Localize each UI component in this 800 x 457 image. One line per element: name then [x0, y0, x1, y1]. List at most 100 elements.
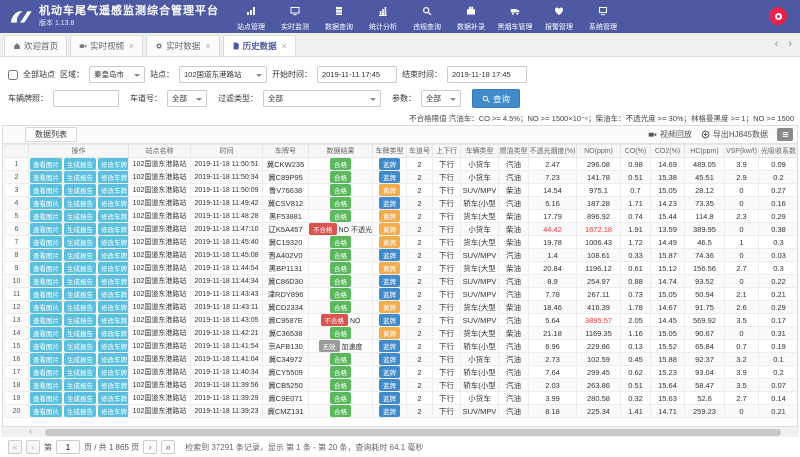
- generate-report-button[interactable]: 生成报告: [64, 249, 96, 261]
- edit-plate-button[interactable]: 修改车牌: [98, 223, 129, 235]
- generate-report-button[interactable]: 生成报告: [64, 392, 96, 404]
- view-image-button[interactable]: 查看图片: [30, 249, 62, 261]
- plate-input[interactable]: [53, 90, 119, 107]
- tab-scroll-left-icon[interactable]: ‹: [775, 38, 779, 50]
- edit-plate-button[interactable]: 修改车牌: [98, 158, 129, 170]
- generate-report-button[interactable]: 生成报告: [64, 340, 96, 352]
- all-sites-checkbox[interactable]: [8, 70, 18, 80]
- tab-scroll-right-icon[interactable]: ›: [788, 38, 792, 50]
- view-image-button[interactable]: 查看图片: [30, 171, 62, 183]
- next-page-button[interactable]: ›: [143, 440, 157, 454]
- edit-plate-button[interactable]: 修改车牌: [98, 327, 129, 339]
- nav-item-3[interactable]: 数据查询: [317, 1, 361, 32]
- generate-report-button[interactable]: 生成报告: [64, 327, 96, 339]
- edit-plate-button[interactable]: 修改车牌: [98, 184, 129, 196]
- last-page-button[interactable]: »: [161, 440, 175, 454]
- edit-plate-button[interactable]: 修改车牌: [98, 379, 129, 391]
- scroll-left-icon[interactable]: ‹: [29, 426, 32, 436]
- tab-welcome[interactable]: 欢迎首页: [4, 35, 67, 56]
- edit-plate-button[interactable]: 修改车牌: [98, 366, 129, 378]
- generate-report-button[interactable]: 生成报告: [64, 366, 96, 378]
- generate-report-button[interactable]: 生成报告: [64, 184, 96, 196]
- edit-plate-button[interactable]: 修改车牌: [98, 236, 129, 248]
- video-playback-button[interactable]: 视频回放: [648, 129, 692, 140]
- nav-item-2[interactable]: 实时监测: [273, 1, 317, 32]
- view-image-button[interactable]: 查看图片: [30, 353, 62, 365]
- filter-type-select[interactable]: 全部: [263, 90, 381, 107]
- export-hj845-button[interactable]: 导出HJ845数据: [701, 129, 768, 140]
- view-image-button[interactable]: 查看图片: [30, 392, 62, 404]
- tab-realtime-data[interactable]: 实时数据 ×: [146, 35, 219, 56]
- view-image-button[interactable]: 查看图片: [30, 379, 62, 391]
- generate-report-button[interactable]: 生成报告: [64, 275, 96, 287]
- station-select[interactable]: 102国道东港路站: [179, 66, 267, 83]
- edit-plate-button[interactable]: 修改车牌: [98, 301, 129, 313]
- generate-report-button[interactable]: 生成报告: [64, 288, 96, 300]
- prev-page-button[interactable]: ‹: [26, 440, 40, 454]
- generate-report-button[interactable]: 生成报告: [64, 171, 96, 183]
- view-image-button[interactable]: 查看图片: [30, 223, 62, 235]
- generate-report-button[interactable]: 生成报告: [64, 197, 96, 209]
- view-image-button[interactable]: 查看图片: [30, 262, 62, 274]
- generate-report-button[interactable]: 生成报告: [64, 353, 96, 365]
- generate-report-button[interactable]: 生成报告: [64, 236, 96, 248]
- first-page-button[interactable]: «: [8, 440, 22, 454]
- edit-plate-button[interactable]: 修改车牌: [98, 314, 129, 326]
- start-time-input[interactable]: [317, 66, 397, 83]
- nav-item-4[interactable]: 统计分析: [361, 1, 405, 32]
- view-image-button[interactable]: 查看图片: [30, 184, 62, 196]
- nav-item-7[interactable]: 黑烟车管理: [493, 1, 537, 32]
- tab-realtime-video[interactable]: 实时视频 ×: [70, 35, 143, 56]
- edit-plate-button[interactable]: 修改车牌: [98, 392, 129, 404]
- close-icon[interactable]: ×: [282, 41, 287, 51]
- edit-plate-button[interactable]: 修改车牌: [98, 405, 129, 417]
- view-image-button[interactable]: 查看图片: [30, 210, 62, 222]
- lane-select[interactable]: 全部: [167, 90, 207, 107]
- view-image-button[interactable]: 查看图片: [30, 340, 62, 352]
- generate-report-button[interactable]: 生成报告: [64, 223, 96, 235]
- page-input[interactable]: [56, 440, 80, 454]
- view-image-button[interactable]: 查看图片: [30, 236, 62, 248]
- region-select[interactable]: 秦皇岛市: [89, 66, 145, 83]
- generate-report-button[interactable]: 生成报告: [64, 158, 96, 170]
- column-config-button[interactable]: [777, 128, 793, 141]
- param-select[interactable]: 全部: [421, 90, 461, 107]
- location-pin-icon[interactable]: [769, 7, 787, 25]
- view-image-button[interactable]: 查看图片: [30, 288, 62, 300]
- search-button[interactable]: 查询: [472, 89, 520, 108]
- close-icon[interactable]: ×: [205, 41, 210, 51]
- view-image-button[interactable]: 查看图片: [30, 197, 62, 209]
- generate-report-button[interactable]: 生成报告: [64, 262, 96, 274]
- scrollbar-thumb[interactable]: [45, 429, 781, 436]
- view-image-button[interactable]: 查看图片: [30, 405, 62, 417]
- nav-item-8[interactable]: 报警管理: [537, 1, 581, 32]
- edit-plate-button[interactable]: 修改车牌: [98, 210, 129, 222]
- edit-plate-button[interactable]: 修改车牌: [98, 262, 129, 274]
- tab-history-data[interactable]: 历史数据 ×: [223, 35, 296, 56]
- nav-item-6[interactable]: 数据补录: [449, 1, 493, 32]
- edit-plate-button[interactable]: 修改车牌: [98, 288, 129, 300]
- view-image-button[interactable]: 查看图片: [30, 275, 62, 287]
- view-image-button[interactable]: 查看图片: [30, 158, 62, 170]
- close-icon[interactable]: ×: [129, 41, 134, 51]
- nav-item-1[interactable]: 站点管理: [229, 1, 273, 32]
- view-image-button[interactable]: 查看图片: [30, 366, 62, 378]
- generate-report-button[interactable]: 生成报告: [64, 405, 96, 417]
- edit-plate-button[interactable]: 修改车牌: [98, 275, 129, 287]
- edit-plate-button[interactable]: 修改车牌: [98, 340, 129, 352]
- edit-plate-button[interactable]: 修改车牌: [98, 353, 129, 365]
- view-image-button[interactable]: 查看图片: [30, 314, 62, 326]
- generate-report-button[interactable]: 生成报告: [64, 314, 96, 326]
- end-time-input[interactable]: [447, 66, 527, 83]
- cell-time: 2019-11-18 11:45:08: [191, 249, 263, 262]
- generate-report-button[interactable]: 生成报告: [64, 379, 96, 391]
- view-image-button[interactable]: 查看图片: [30, 327, 62, 339]
- edit-plate-button[interactable]: 修改车牌: [98, 171, 129, 183]
- view-image-button[interactable]: 查看图片: [30, 301, 62, 313]
- generate-report-button[interactable]: 生成报告: [64, 210, 96, 222]
- nav-item-5[interactable]: 违规查询: [405, 1, 449, 32]
- generate-report-button[interactable]: 生成报告: [64, 301, 96, 313]
- edit-plate-button[interactable]: 修改车牌: [98, 197, 129, 209]
- nav-item-9[interactable]: 系统管理: [581, 1, 625, 32]
- edit-plate-button[interactable]: 修改车牌: [98, 249, 129, 261]
